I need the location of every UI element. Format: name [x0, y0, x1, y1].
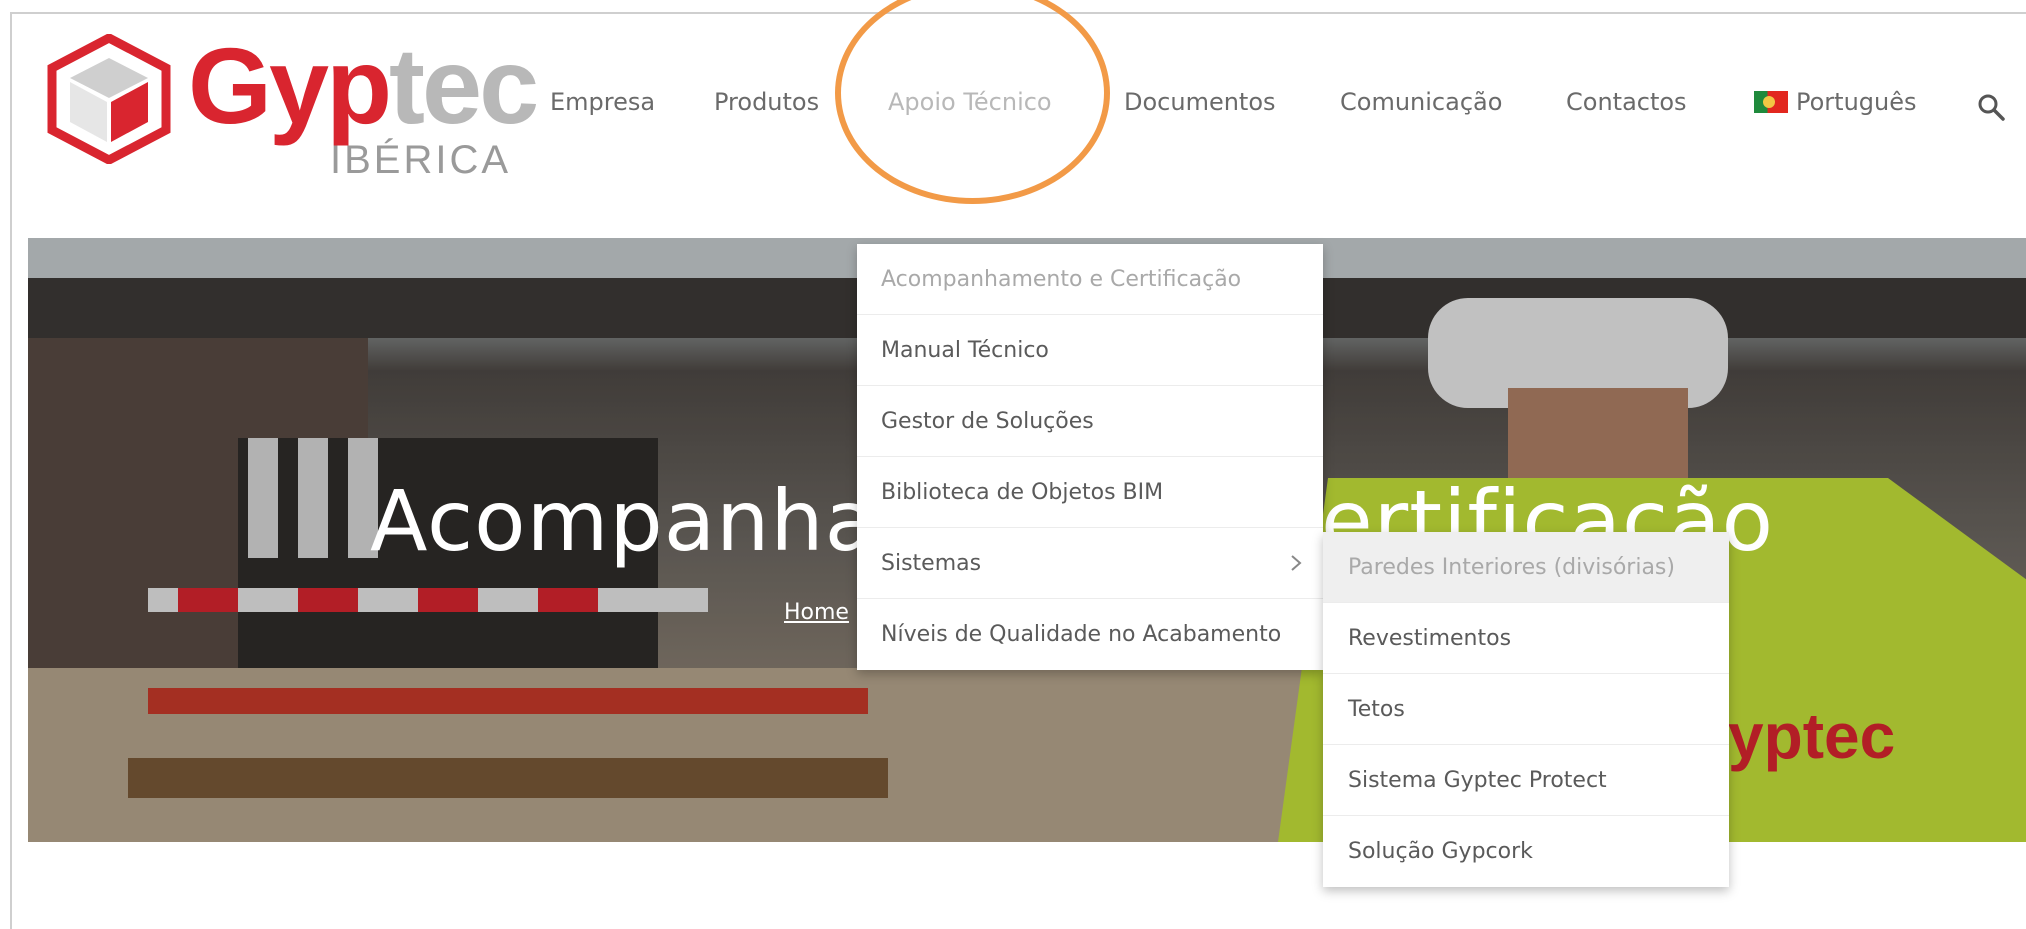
breadcrumb-home[interactable]: Home: [784, 600, 849, 625]
apoio-tecnico-dropdown: Acompanhamento e Certificação Manual Téc…: [857, 244, 1323, 670]
chevron-right-icon: [1291, 555, 1302, 571]
language-label: Português: [1796, 88, 1917, 116]
nav-item-language[interactable]: Português: [1754, 88, 1917, 116]
logo-subtitle: IBÉRICA: [330, 138, 512, 182]
submenu-item-revestimentos[interactable]: Revestimentos: [1323, 603, 1729, 674]
menu-item-sistemas[interactable]: Sistemas: [857, 528, 1323, 599]
menu-item-biblioteca-bim[interactable]: Biblioteca de Objetos BIM: [857, 457, 1323, 528]
submenu-item-gyptec-protect[interactable]: Sistema Gyptec Protect: [1323, 745, 1729, 816]
search-icon[interactable]: [1976, 92, 2006, 122]
menu-item-gestor-solucoes[interactable]: Gestor de Soluções: [857, 386, 1323, 457]
submenu-item-paredes-interiores[interactable]: Paredes Interiores (divisórias): [1323, 532, 1729, 603]
nav-item-empresa[interactable]: Empresa: [550, 88, 655, 116]
nav-item-produtos[interactable]: Produtos: [714, 88, 819, 116]
menu-item-acompanhamento[interactable]: Acompanhamento e Certificação: [857, 244, 1323, 315]
main-nav: Empresa Produtos Apoio Técnico Documento…: [0, 88, 2026, 128]
menu-item-niveis-qualidade[interactable]: Níveis de Qualidade no Acabamento: [857, 599, 1323, 670]
menu-item-manual-tecnico[interactable]: Manual Técnico: [857, 315, 1323, 386]
nav-item-apoio-tecnico[interactable]: Apoio Técnico: [888, 88, 1052, 116]
portugal-flag-icon: [1754, 91, 1788, 113]
nav-item-contactos[interactable]: Contactos: [1566, 88, 1687, 116]
submenu-item-tetos[interactable]: Tetos: [1323, 674, 1729, 745]
nav-item-comunicacao[interactable]: Comunicação: [1340, 88, 1502, 116]
nav-item-documentos[interactable]: Documentos: [1124, 88, 1276, 116]
sistemas-submenu: Paredes Interiores (divisórias) Revestim…: [1323, 532, 1729, 887]
menu-item-sistemas-label: Sistemas: [881, 551, 982, 576]
submenu-item-gypcork[interactable]: Solução Gypcork: [1323, 816, 1729, 887]
